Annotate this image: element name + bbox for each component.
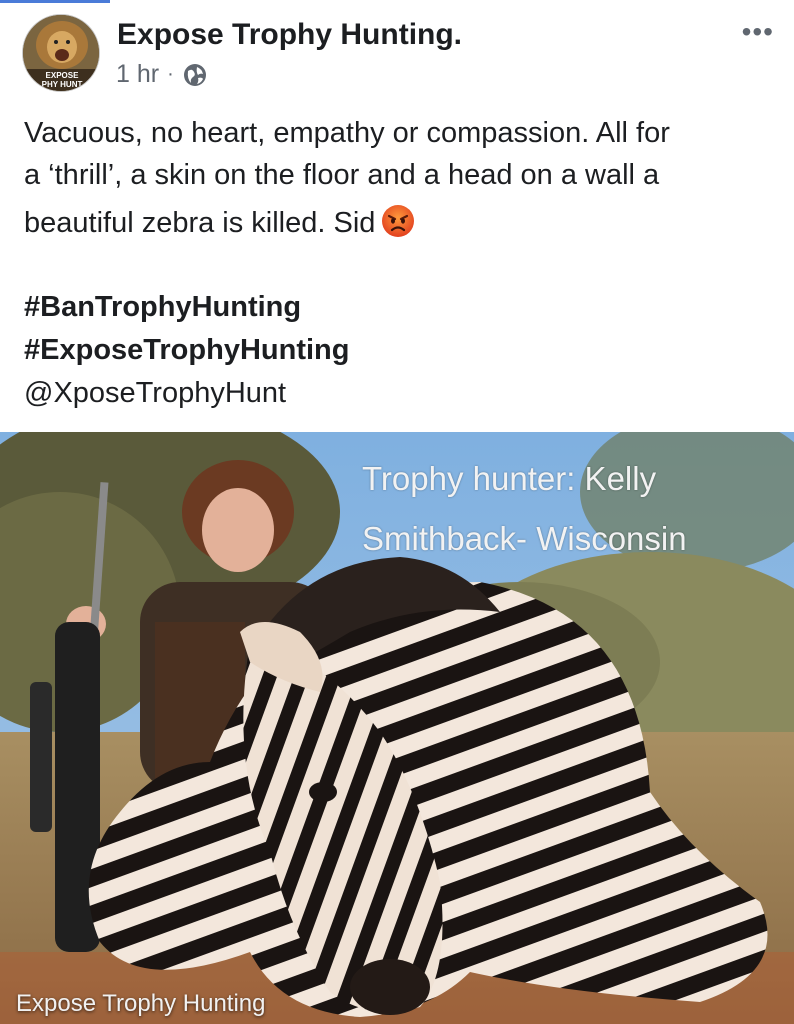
post-body: Vacuous, no heart, empathy or compassion…	[24, 112, 780, 244]
lion-logo-icon: EXPOSE PHY HUNT	[23, 15, 99, 91]
photo-caption-line-1: Trophy hunter: Kelly	[362, 460, 657, 497]
angry-face-emoji	[382, 205, 415, 237]
meta-separator: ·	[167, 63, 174, 85]
top-accent-bar	[0, 0, 110, 3]
post-tags: #BanTrophyHunting #ExposeTrophyHunting @…	[24, 286, 349, 415]
post-photo[interactable]: Trophy hunter: Kelly Smithback- Wisconsi…	[0, 432, 794, 1024]
post-text-line-1: Vacuous, no heart, empathy or compassion…	[24, 117, 670, 149]
post-time[interactable]: 1 hr	[116, 60, 159, 89]
page-avatar[interactable]: EXPOSE PHY HUNT	[22, 14, 100, 92]
photo-caption-line-2: Smithback- Wisconsin	[362, 520, 687, 557]
hashtag-link[interactable]: #BanTrophyHunting	[24, 286, 349, 329]
more-options-icon[interactable]: •••	[742, 18, 774, 46]
post-meta: 1 hr ·	[116, 60, 208, 89]
hashtag-link[interactable]: #ExposeTrophyHunting	[24, 329, 349, 372]
page-name-link[interactable]: Expose Trophy Hunting.	[117, 18, 462, 52]
post-text-line-3: beautiful zebra is killed. Sid	[24, 207, 376, 239]
photo-watermark: Expose Trophy Hunting	[16, 990, 266, 1017]
globe-icon[interactable]	[182, 62, 208, 88]
avatar-text-1: EXPOSE	[46, 71, 80, 80]
mention-link[interactable]: @XposeTrophyHunt	[24, 372, 349, 415]
avatar-text-2: PHY HUNT	[42, 80, 83, 89]
post-text-line-2: a ‘thrill’, a skin on the floor and a he…	[24, 159, 660, 191]
